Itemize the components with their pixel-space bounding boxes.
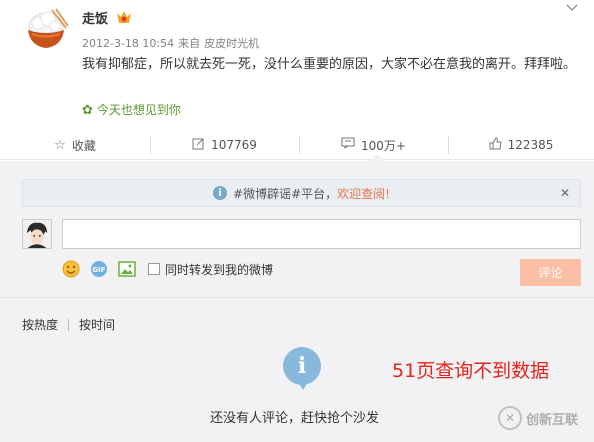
notice-link[interactable]: 欢迎查阅! [337, 185, 390, 202]
status-text: 今天也想见到你 [96, 103, 181, 117]
post-status[interactable]: ✿ 今天也想见到你 [82, 101, 181, 118]
info-icon: i [213, 186, 228, 200]
comment-tools: GIF 同时转发到我的微博 [62, 259, 273, 279]
comment-submit-button[interactable]: 评论 [520, 259, 581, 286]
post-content: 我有抑郁症，所以就去死一死，没什么重要的原因，大家不必在意我的离开。拜拜啦。 [82, 57, 577, 72]
emoji-icon[interactable] [62, 260, 80, 278]
source-prefix: 来自 [178, 37, 201, 50]
repost-icon [192, 137, 205, 154]
thumbs-up-icon [489, 136, 502, 154]
watermark: ✕ 创新互联 [498, 406, 578, 430]
gif-icon[interactable]: GIF [90, 260, 108, 278]
username[interactable]: 走饭 [82, 8, 108, 27]
info-icon-tail [298, 382, 308, 390]
comment-input[interactable] [62, 219, 581, 249]
sort-by-time-tab[interactable]: 按时间 [79, 316, 115, 333]
user-avatar[interactable] [22, 219, 52, 249]
comment-count: 100万+ [361, 138, 406, 153]
star-icon: ☆ [54, 137, 66, 153]
action-bar: ☆ 收藏 107769 100万+ 122385 [0, 130, 594, 160]
post-source[interactable]: 皮皮时光机 [204, 37, 259, 50]
notice-text: #微博辟谣#平台， [233, 186, 338, 201]
image-icon[interactable] [118, 260, 136, 278]
chevron-down-icon[interactable] [566, 2, 580, 12]
weibo-post: 走饭 2012-3-18 10:54 来自 皮皮时光机 我有抑郁症，所以就去死一死，… [0, 0, 594, 130]
close-icon[interactable]: ✕ [560, 186, 570, 200]
empty-comments-message: 还没有人评论，赶快抢个沙发 [210, 411, 380, 426]
post-timestamp[interactable]: 2012-3-18 10:54 [82, 37, 174, 50]
favorite-button[interactable]: ☆ 收藏 [0, 130, 150, 160]
annotation-text: 51页查询不到数据 [392, 360, 550, 382]
vip-badge-icon[interactable] [116, 10, 132, 24]
sort-by-hot-tab[interactable]: 按热度 [22, 316, 58, 333]
like-button[interactable]: 122385 [448, 130, 594, 160]
like-count: 122385 [507, 138, 554, 152]
repost-checkbox-label: 同时转发到我的微博 [165, 262, 274, 277]
rice-bowl-avatar[interactable] [22, 6, 70, 54]
info-icon: i [283, 347, 321, 385]
sort-tabs: 按热度 按时间 [22, 316, 115, 333]
comment-icon [341, 137, 355, 153]
post-meta: 2012-3-18 10:54 来自 皮皮时光机 [82, 35, 263, 51]
comment-pointer [370, 154, 384, 161]
watermark-logo-icon: ✕ [498, 406, 522, 430]
repost-count: 107769 [211, 138, 257, 152]
favorite-label: 收藏 [71, 138, 96, 153]
flower-icon: ✿ [82, 103, 93, 118]
rumor-notice: i #微博辟谣#平台， 欢迎查阅! ✕ [22, 179, 581, 207]
repost-button[interactable]: 107769 [150, 130, 299, 160]
divider [0, 297, 594, 298]
divider [68, 318, 70, 331]
svg-text:GIF: GIF [92, 266, 105, 274]
comment-panel: i #微博辟谣#平台， 欢迎查阅! ✕ GIF 同时转发到我的微博 评论 按热度… [0, 161, 594, 442]
checkbox[interactable] [148, 263, 160, 275]
repost-checkbox[interactable]: 同时转发到我的微博 [148, 261, 273, 278]
watermark-text: 创新互联 [526, 412, 579, 428]
